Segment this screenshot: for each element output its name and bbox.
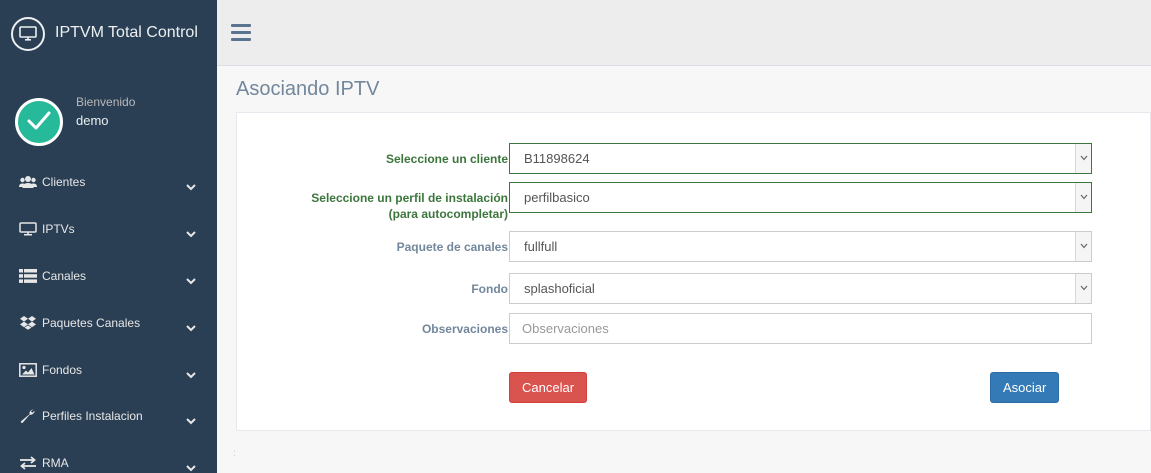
chevron-down-icon [1075,183,1091,212]
sidebar-item-label: IPTVs [42,222,75,236]
profile-label-line2: (para autocompletar) [388,207,508,221]
sidebar-item-label: Canales [42,269,87,283]
chevron-down-icon [1075,232,1091,261]
notes-input[interactable] [509,313,1092,344]
client-label: Seleccione un cliente [385,152,508,166]
list-icon [19,269,37,283]
monitor-icon [19,222,37,236]
menu-toggle-icon[interactable] [231,24,251,41]
chevron-down-icon [186,319,196,332]
dropbox-icon [19,316,37,330]
background-select-value: splashoficial [524,281,595,296]
chevron-down-icon [186,178,196,191]
users-icon [19,175,37,189]
package-select[interactable]: fullfull [509,231,1092,262]
client-select-value: B11898624 [524,151,590,166]
profile-label: Seleccione un perfil de instalación (par… [311,190,508,222]
sidebar-item-iptvs[interactable]: IPTVs [0,206,217,252]
sidebar-item-canales[interactable]: Canales [0,253,217,299]
chevron-down-icon [186,459,196,472]
wrench-icon [19,409,37,423]
chevron-down-icon [1075,274,1091,303]
sidebar-item-label: Clientes [42,175,86,189]
sidebar-item-perfiles-instalacion[interactable]: Perfiles Instalacion [0,393,217,439]
sidebar-item-label: RMA [42,456,69,470]
profile-label-line1: Seleccione un perfil de instalación [311,191,508,205]
exchange-icon [19,456,37,470]
app-root: IPTVM Total Control Bienvenido demo Clie… [0,0,1151,473]
avatar [15,98,63,146]
package-label: Paquete de canales [396,240,508,254]
client-select[interactable]: B11898624 [509,143,1092,174]
background-select[interactable]: splashoficial [509,273,1092,304]
package-select-value: fullfull [524,239,558,254]
form-panel: Seleccione un cliente B11898624 Seleccio… [236,112,1151,431]
chevron-down-icon [186,225,196,238]
footer-mark: : [233,448,236,459]
sidebar-item-label: Perfiles Instalacion [42,409,143,423]
sidebar-item-clientes[interactable]: Clientes [0,159,217,205]
submit-button[interactable]: Asociar [990,372,1060,403]
top-nav [217,0,1151,66]
sidebar-item-paquetes-canales[interactable]: Paquetes Canales [0,300,217,346]
welcome-text: Bienvenido [76,95,136,109]
username: demo [76,113,109,128]
cancel-button[interactable]: Cancelar [509,372,588,403]
main-content: Asociando IPTV Seleccione un cliente B11… [217,66,1151,473]
sidebar-item-rma[interactable]: RMA [0,440,217,473]
sidebar-item-label: Paquetes Canales [42,316,141,330]
background-label: Fondo [471,282,508,296]
profile-select[interactable]: perfilbasico [509,182,1092,213]
image-icon [19,363,37,377]
check-icon [27,111,51,130]
brand[interactable]: IPTVM Total Control [0,0,217,66]
chevron-down-icon [186,272,196,285]
chevron-down-icon [186,366,196,379]
chevron-down-icon [1075,144,1091,173]
chevron-down-icon [186,412,196,425]
sidebar-item-label: Fondos [42,363,83,377]
sidebar-item-fondos[interactable]: Fondos [0,347,217,393]
sidebar: IPTVM Total Control Bienvenido demo Clie… [0,0,217,473]
app-title: IPTVM Total Control [55,24,198,41]
profile-select-value: perfilbasico [524,190,590,205]
monitor-icon [11,17,45,51]
page-title: Asociando IPTV [236,78,380,100]
notes-label: Observaciones [421,322,508,336]
